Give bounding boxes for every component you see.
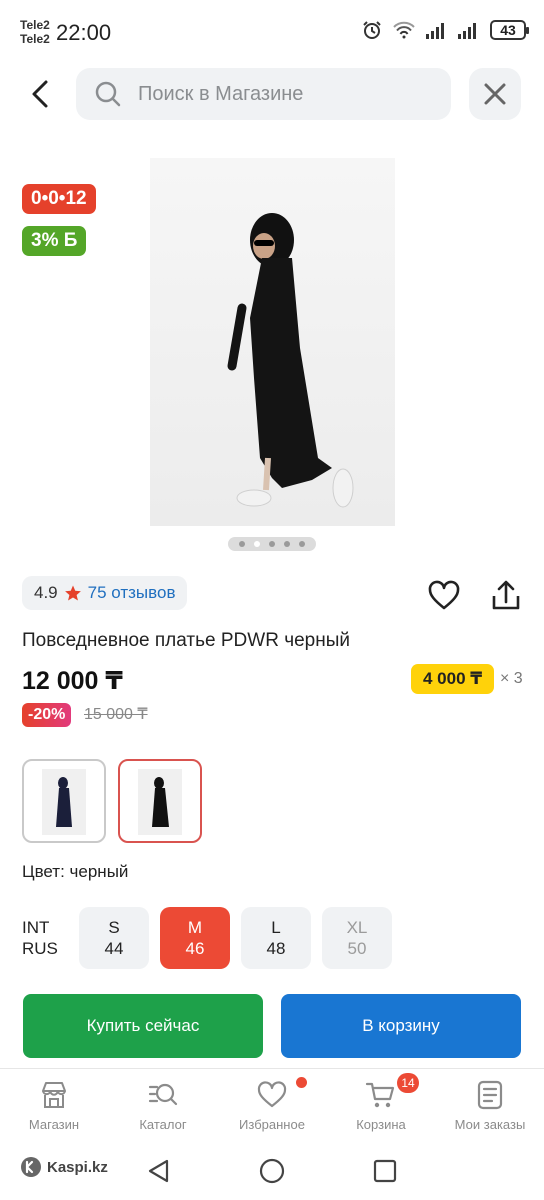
size-int: XL <box>346 918 368 937</box>
reviews-link[interactable]: 75 отзывов <box>88 583 176 603</box>
pagination-dot[interactable] <box>284 541 291 547</box>
nav-label: Мои заказы <box>454 1117 526 1132</box>
carrier-2: Tele2 <box>20 32 50 46</box>
rating-value: 4.9 <box>34 583 58 602</box>
clock: 22:00 <box>56 20 112 45</box>
old-price: 15 000 ₸ <box>84 706 148 723</box>
alarm-icon <box>363 21 381 39</box>
size-rus: 44 <box>104 939 124 958</box>
back-triangle-icon[interactable] <box>146 1158 170 1184</box>
share-button[interactable] <box>488 578 524 614</box>
variant-thumbnail <box>42 769 86 835</box>
nav-item-cart[interactable]: Корзина 14 <box>327 1073 435 1132</box>
star-icon <box>64 585 81 601</box>
product-title: Повседневное платье PDWR черный <box>22 630 350 651</box>
recents-square-icon[interactable] <box>373 1159 397 1183</box>
size-option-xl-unavailable[interactable]: XL 50 <box>322 907 392 969</box>
wifi-icon <box>393 21 415 39</box>
pagination-dot[interactable] <box>238 541 245 547</box>
nav-item-catalog[interactable]: Каталог <box>109 1079 217 1132</box>
color-variant-2-selected[interactable] <box>118 759 202 843</box>
search-box[interactable] <box>76 68 451 120</box>
size-rus: 46 <box>185 939 205 958</box>
pagination-dot[interactable] <box>268 541 275 547</box>
status-icons: 43 <box>362 20 529 40</box>
nav-item-shop[interactable]: Магазин <box>0 1079 108 1132</box>
nav-label: Избранное <box>239 1117 305 1132</box>
nav-item-orders[interactable]: Мои заказы <box>436 1079 544 1132</box>
size-option-m-selected[interactable]: M 46 <box>160 907 230 969</box>
nav-item-favorites[interactable]: Избранное <box>218 1077 326 1132</box>
battery-indicator: 43 <box>490 20 529 40</box>
pagination-dot-active[interactable] <box>253 541 260 547</box>
signal-icon-2 <box>458 23 476 39</box>
cart-count-badge: 14 <box>397 1073 419 1093</box>
status-bar: Tele2 Tele2 22:00 43 <box>0 0 544 62</box>
search-input[interactable] <box>138 68 438 120</box>
kaspi-logo-icon <box>21 1157 41 1177</box>
gallery-pagination <box>228 537 316 551</box>
bonus-badge: 3% Б <box>22 226 87 256</box>
size-option-l[interactable]: L 48 <box>241 907 311 969</box>
discount-badge: -20% <box>22 703 72 727</box>
size-int: L <box>271 918 281 937</box>
color-label: Цвет: черный <box>22 862 129 881</box>
favorite-button[interactable] <box>426 578 462 614</box>
back-button[interactable] <box>22 74 62 114</box>
size-int: M <box>187 918 203 937</box>
brand-name: Kaspi.kz <box>47 1158 108 1176</box>
model-figure <box>227 213 354 508</box>
size-int: S <box>108 918 120 937</box>
rating-pill[interactable]: 4.9 75 отзывов <box>22 576 188 610</box>
add-to-cart-button[interactable]: В корзину <box>281 994 521 1058</box>
int-label: INT <box>22 918 50 937</box>
home-circle-icon[interactable] <box>259 1158 285 1184</box>
size-rus: 48 <box>266 939 286 958</box>
carrier-names: Tele2 Tele2 <box>20 18 50 46</box>
color-variant-1[interactable] <box>22 759 106 843</box>
signal-icon <box>426 23 444 39</box>
size-rus: 50 <box>347 939 367 958</box>
carrier-1: Tele2 <box>20 18 50 32</box>
variant-thumbnail <box>138 769 182 835</box>
close-search-button[interactable] <box>469 68 521 120</box>
product-image[interactable] <box>150 158 395 526</box>
cart-icon <box>365 1082 395 1108</box>
rus-label: RUS <box>22 939 58 958</box>
system-navigation-bar: Kaspi.kz <box>0 1146 544 1200</box>
nav-label: Каталог <box>139 1117 187 1132</box>
buy-now-button[interactable]: Купить сейчас <box>23 994 263 1058</box>
nav-label: Корзина <box>356 1117 406 1132</box>
product-price: 12 000 ₸ <box>22 667 123 695</box>
share-icon <box>492 580 520 610</box>
installment-multiplier: × 3 <box>500 670 523 687</box>
bottom-navigation: Магазин Каталог Избранное Корзина 14 Мои… <box>0 1068 544 1144</box>
chevron-left-icon <box>32 80 48 108</box>
close-icon <box>484 83 506 105</box>
size-option-s[interactable]: S 44 <box>79 907 149 969</box>
search-icon <box>95 81 121 107</box>
nav-label: Магазин <box>28 1117 80 1132</box>
catalog-search-icon <box>148 1083 178 1106</box>
installment-promo-badge: 0•0•12 <box>22 184 96 214</box>
heart-icon <box>428 580 460 610</box>
installment-price[interactable]: 4 000 ₸ <box>411 664 495 694</box>
pagination-dot[interactable] <box>299 541 306 547</box>
store-icon <box>42 1082 66 1108</box>
kaspi-brand: Kaspi.kz <box>20 1156 108 1178</box>
size-system-labels: INT RUS <box>22 917 58 959</box>
heart-icon <box>257 1081 287 1108</box>
favorites-notification-dot <box>296 1077 307 1088</box>
orders-list-icon <box>477 1080 503 1110</box>
